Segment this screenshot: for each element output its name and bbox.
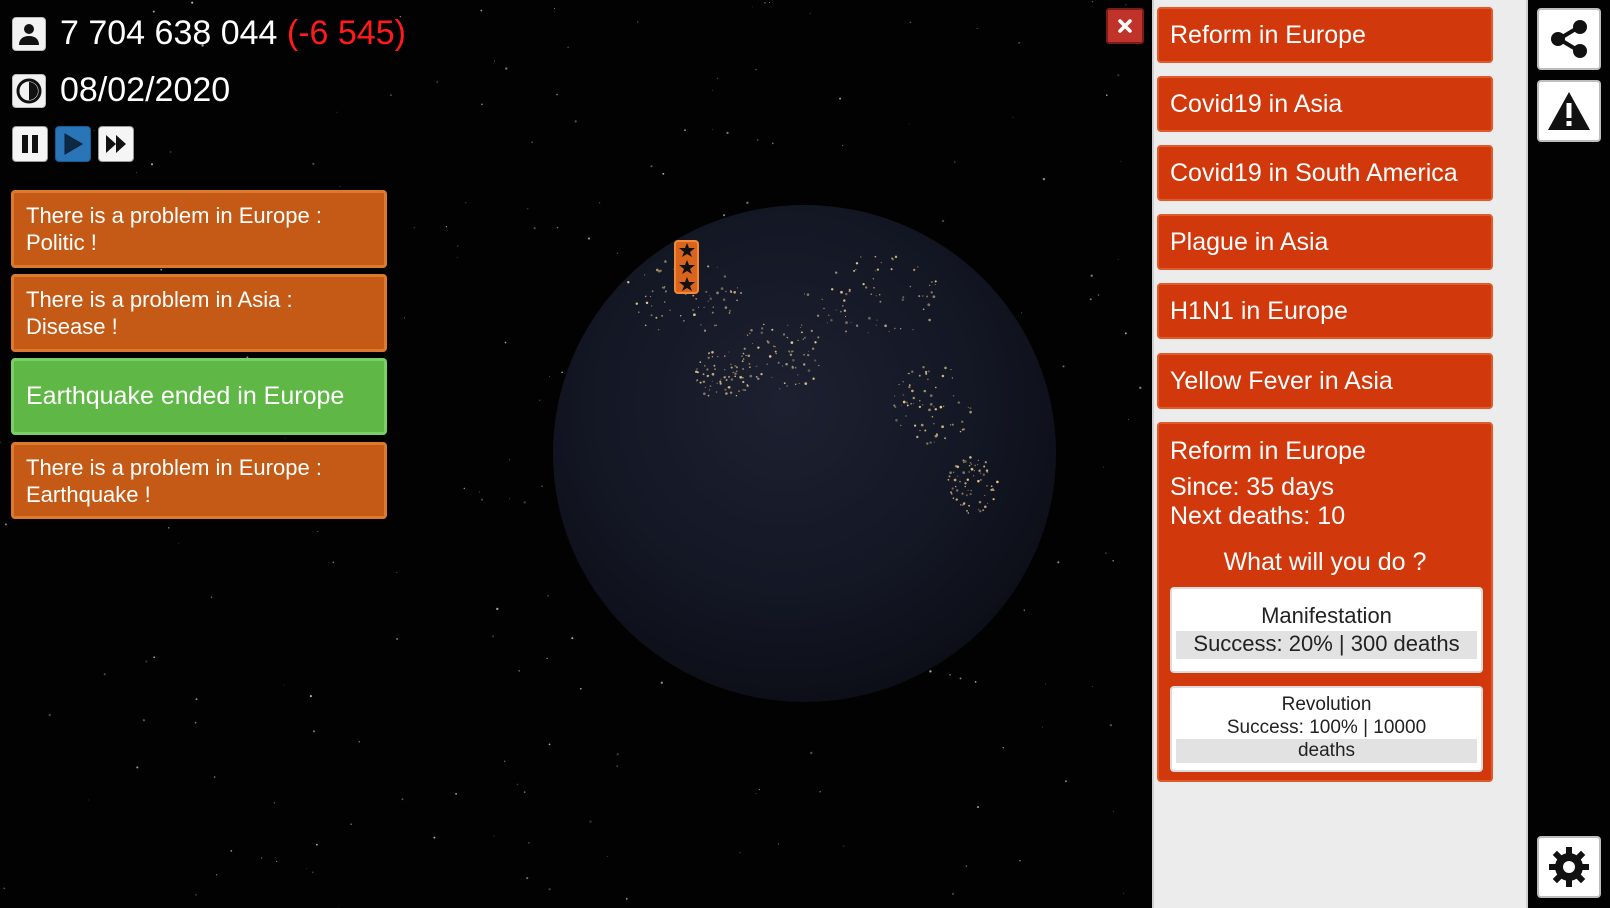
- notification-item[interactable]: Earthquake ended in Europe: [11, 358, 387, 435]
- event-next-deaths: Next deaths: 10: [1170, 502, 1346, 530]
- event-item[interactable]: Yellow Fever in Asia: [1157, 353, 1493, 409]
- fast-forward-icon: [106, 135, 126, 153]
- play-button[interactable]: [55, 126, 91, 162]
- notification-line: There is a problem in Europe :: [26, 454, 322, 480]
- clock-icon: [12, 73, 46, 108]
- manifestation-button[interactable]: Manifestation Success: 20% | 300 deaths: [1170, 587, 1483, 673]
- play-icon: [64, 133, 83, 155]
- event-item[interactable]: Plague in Asia: [1157, 214, 1493, 270]
- date-display: 08/02/2020: [12, 71, 230, 110]
- share-icon: [1551, 20, 1587, 58]
- population-display: 7 704 638 044 (-6 545): [12, 14, 406, 53]
- earth-globe[interactable]: [553, 205, 1056, 702]
- notification-text: There is a problem in Asia : Disease !: [26, 286, 293, 340]
- action-name: Revolution: [1281, 694, 1372, 715]
- pause-icon: [22, 135, 38, 153]
- action-question: What will you do ?: [1223, 548, 1427, 576]
- notification-item[interactable]: There is a problem in Asia : Disease !: [11, 274, 387, 352]
- event-item[interactable]: Reform in Europe: [1157, 7, 1493, 63]
- city-lights: [627, 255, 999, 514]
- notification-text: There is a problem in Europe : Politic !: [26, 202, 322, 256]
- star-icon: [678, 276, 695, 291]
- notification-item[interactable]: There is a problem in Europe : Politic !: [11, 190, 387, 268]
- action-detail: Success: 100% | 10000: [1226, 717, 1427, 738]
- event-label: Reform in Europe: [1170, 20, 1366, 49]
- notification-line: There is a problem in Asia :: [26, 287, 293, 312]
- population-delta: (-6 545): [286, 14, 406, 52]
- notification-line: Disease !: [26, 314, 118, 339]
- event-label: Yellow Fever in Asia: [1170, 366, 1393, 395]
- event-label: Covid19 in Asia: [1170, 89, 1343, 118]
- warning-button[interactable]: [1537, 80, 1601, 142]
- event-since: Since: 35 days: [1170, 473, 1334, 501]
- star-icon: [678, 243, 695, 258]
- event-detail-card: Reform in Europe Since: 35 days Next dea…: [1157, 422, 1493, 782]
- notification-line: There is a problem in Europe :: [26, 203, 322, 228]
- revolution-button[interactable]: Revolution Success: 100% | 10000 deaths: [1170, 686, 1483, 772]
- action-name: Manifestation: [1261, 603, 1392, 628]
- notification-line: Politic !: [26, 230, 97, 255]
- settings-button[interactable]: [1537, 836, 1601, 898]
- event-item[interactable]: Covid19 in Asia: [1157, 76, 1493, 132]
- event-label: Covid19 in South America: [1170, 158, 1458, 187]
- fast-forward-button[interactable]: [98, 126, 134, 162]
- action-detail: deaths: [1176, 739, 1477, 763]
- population-count: 7 704 638 044: [60, 14, 278, 52]
- event-label: Plague in Asia: [1170, 227, 1329, 256]
- gear-icon: [1549, 847, 1589, 887]
- star-icon: [678, 259, 695, 274]
- warning-icon: [1548, 92, 1590, 130]
- event-item[interactable]: H1N1 in Europe: [1157, 283, 1493, 339]
- europe-marker[interactable]: [674, 240, 699, 294]
- event-label: H1N1 in Europe: [1170, 296, 1348, 325]
- notification-item[interactable]: There is a problem in Europe : Earthquak…: [11, 442, 387, 519]
- close-icon: [1118, 19, 1132, 33]
- close-button[interactable]: [1106, 8, 1144, 44]
- current-date: 08/02/2020: [60, 71, 231, 109]
- event-item[interactable]: Covid19 in South America: [1157, 145, 1493, 201]
- notification-line: Earthquake !: [26, 481, 151, 507]
- action-detail: Success: 20% | 300 deaths: [1176, 631, 1477, 659]
- person-icon: [12, 16, 46, 51]
- share-button[interactable]: [1537, 8, 1601, 70]
- speed-controls: [12, 126, 141, 162]
- notification-text: There is a problem in Europe : Earthquak…: [26, 454, 322, 508]
- notification-line: Earthquake ended in Europe: [26, 382, 345, 410]
- pause-button[interactable]: [12, 126, 48, 162]
- event-detail-title: Reform in Europe: [1170, 437, 1366, 465]
